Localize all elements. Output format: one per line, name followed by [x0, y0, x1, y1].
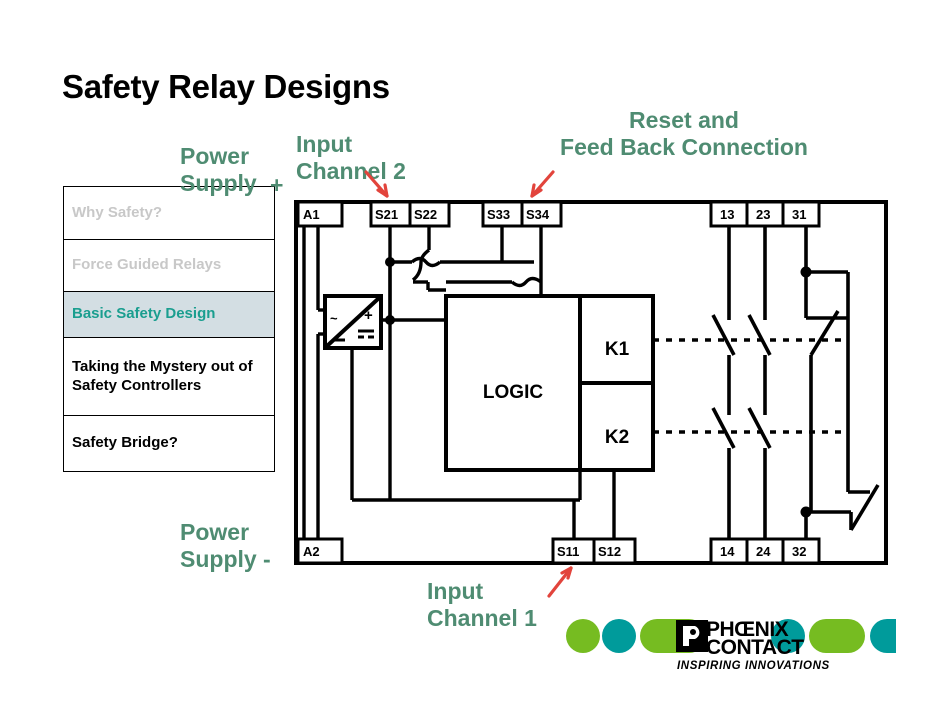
terminal-s33: S33	[481, 200, 524, 228]
arrow-input-channel-2	[364, 170, 389, 198]
bottom-terminals: A2 S11 S12 14 24 32	[296, 537, 821, 565]
logic-block: LOGIC	[444, 294, 582, 472]
terminal-13: 13	[709, 200, 749, 228]
terminal-a2-label: A2	[303, 544, 320, 559]
terminal-s21: S21	[369, 200, 412, 228]
terminal-s22: S22	[408, 200, 451, 228]
terminal-a2: A2	[296, 537, 344, 565]
logo-brand-line2: CONTACT	[706, 636, 804, 659]
terminal-s12-label: S12	[598, 544, 621, 559]
terminal-s11: S11	[551, 537, 596, 565]
logo-pill-green-2	[809, 619, 865, 653]
terminal-a1: A1	[296, 200, 344, 228]
contact-23-24	[747, 226, 772, 539]
logo-tagline: INSPIRING INNOVATIONS	[677, 660, 830, 672]
ac-dc-converter-symbol: ~ +	[323, 294, 383, 350]
terminal-13-label: 13	[720, 207, 734, 222]
terminal-23: 23	[745, 200, 785, 228]
terminal-14-label: 14	[720, 544, 735, 559]
logo-circle-teal-1	[602, 619, 636, 653]
terminal-23-label: 23	[756, 207, 770, 222]
terminal-s22-label: S22	[414, 207, 437, 222]
arrow-input-channel-1	[547, 566, 573, 598]
converter-plus-symbol: +	[364, 307, 373, 324]
logo-pill-teal-1	[870, 619, 896, 653]
arrow-reset-feedback	[530, 170, 555, 198]
terminal-31-label: 31	[792, 207, 806, 222]
logic-block-label: LOGIC	[483, 382, 543, 403]
top-terminals: A1 S21 S22 S33 S34 13 23 31	[296, 200, 821, 228]
terminal-s34-label: S34	[526, 207, 550, 222]
terminal-s34: S34	[520, 200, 563, 228]
mechanical-linkage-dotted	[653, 338, 848, 434]
terminal-s11-label: S11	[557, 544, 579, 559]
converter-ac-symbol: ~	[330, 311, 338, 326]
terminal-31: 31	[781, 200, 821, 228]
terminal-s33-label: S33	[487, 207, 510, 222]
terminal-s21-label: S21	[375, 207, 398, 222]
output-contacts	[711, 226, 880, 539]
relay-k2-label: K2	[605, 427, 629, 448]
logo-circle-green-1	[566, 619, 600, 653]
phoenix-contact-logo: PHŒNIX CONTACT INSPIRING INNOVATIONS	[566, 618, 896, 672]
terminal-32: 32	[781, 537, 821, 565]
terminal-s12: S12	[592, 537, 637, 565]
logo-mark	[676, 620, 708, 652]
terminal-a1-label: A1	[303, 207, 320, 222]
terminal-24-label: 24	[756, 544, 771, 559]
terminal-24: 24	[745, 537, 785, 565]
relay-k1-label: K1	[605, 339, 630, 360]
terminal-32-label: 32	[792, 544, 806, 559]
contact-31-32	[804, 226, 880, 539]
terminal-14: 14	[709, 537, 749, 565]
relay-coil-blocks: K1 K2	[578, 294, 655, 472]
contact-13-14	[711, 226, 736, 539]
